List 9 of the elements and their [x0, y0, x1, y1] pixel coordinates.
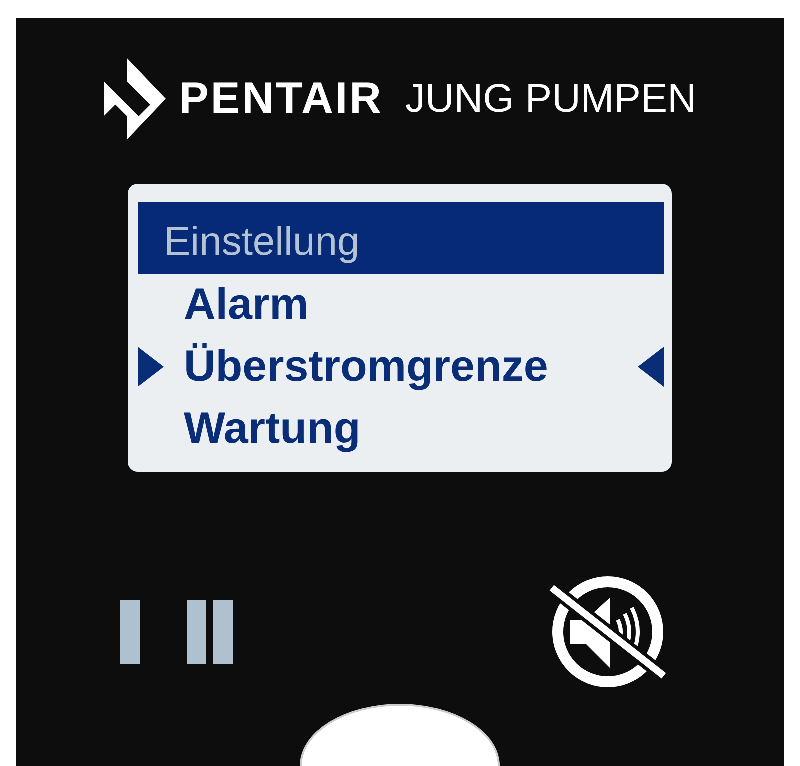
menu-title: Einstellung: [138, 202, 664, 274]
pump-two-indicator-icon: [187, 600, 233, 664]
menu-item[interactable]: Wartung: [184, 404, 361, 454]
menu-item[interactable]: Überstromgrenze: [184, 342, 548, 392]
pump-one-indicator-icon: [120, 600, 140, 664]
menu-item[interactable]: Alarm: [184, 280, 309, 330]
brand-subtitle: JUNG PUMPEN: [405, 76, 696, 122]
brand-name: PENTAIR: [180, 74, 384, 124]
logo-mark-icon: [104, 58, 166, 140]
